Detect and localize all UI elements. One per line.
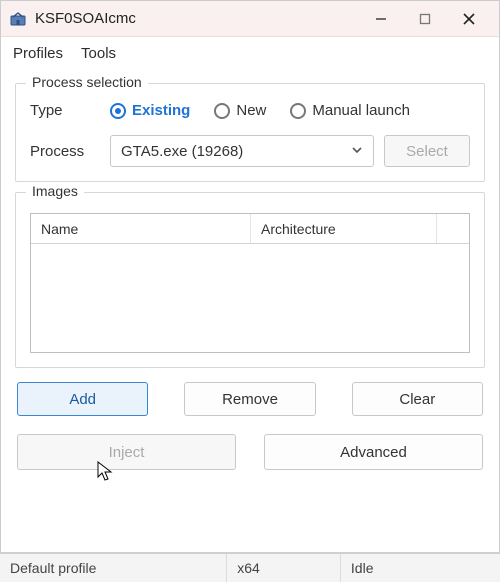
radio-existing[interactable]: Existing [110,102,190,119]
add-button[interactable]: Add [17,382,148,416]
status-profile: Default profile [0,554,227,582]
column-spacer [437,214,469,243]
type-row: Type Existing New Manual launch [30,102,470,119]
radio-manual[interactable]: Manual launch [290,102,410,119]
images-buttons-row: Add Remove Clear [17,382,483,416]
minimize-button[interactable] [359,4,403,34]
radio-existing-label: Existing [132,102,190,119]
select-button[interactable]: Select [384,135,470,167]
maximize-button[interactable] [403,4,447,34]
radio-new[interactable]: New [214,102,266,119]
chevron-down-icon [351,143,363,160]
column-architecture[interactable]: Architecture [251,214,437,243]
main-content: Process selection Type Existing New Manu… [1,69,499,470]
remove-button[interactable]: Remove [184,382,315,416]
clear-button[interactable]: Clear [352,382,483,416]
radio-dot-icon [290,103,306,119]
images-list-header: Name Architecture [31,214,469,244]
status-arch: x64 [227,554,341,582]
status-bar: Default profile x64 Idle [0,552,500,582]
process-value: GTA5.exe (19268) [121,143,243,160]
radio-manual-label: Manual launch [312,102,410,119]
images-list-body[interactable] [31,244,469,352]
inject-button[interactable]: Inject [17,434,236,470]
process-label: Process [30,143,100,160]
images-listview[interactable]: Name Architecture [30,213,470,353]
titlebar: KSF0SOAIcmc [1,1,499,37]
advanced-button[interactable]: Advanced [264,434,483,470]
column-name[interactable]: Name [31,214,251,243]
type-radios: Existing New Manual launch [110,102,410,119]
close-button[interactable] [447,4,491,34]
type-label: Type [30,102,100,119]
process-selection-group: Process selection Type Existing New Manu… [15,83,485,182]
action-row: Inject Advanced [17,434,483,470]
window-title: KSF0SOAIcmc [35,10,136,27]
process-row: Process GTA5.exe (19268) Select [30,135,470,167]
menubar: Profiles Tools [1,37,499,69]
images-group: Images Name Architecture [15,192,485,368]
radio-new-label: New [236,102,266,119]
process-selection-legend: Process selection [26,74,148,90]
status-state: Idle [341,554,500,582]
radio-dot-icon [110,103,126,119]
images-legend: Images [26,183,84,199]
menu-tools[interactable]: Tools [81,45,116,62]
radio-dot-icon [214,103,230,119]
process-combobox[interactable]: GTA5.exe (19268) [110,135,374,167]
menu-profiles[interactable]: Profiles [13,45,63,62]
app-icon [9,10,27,28]
